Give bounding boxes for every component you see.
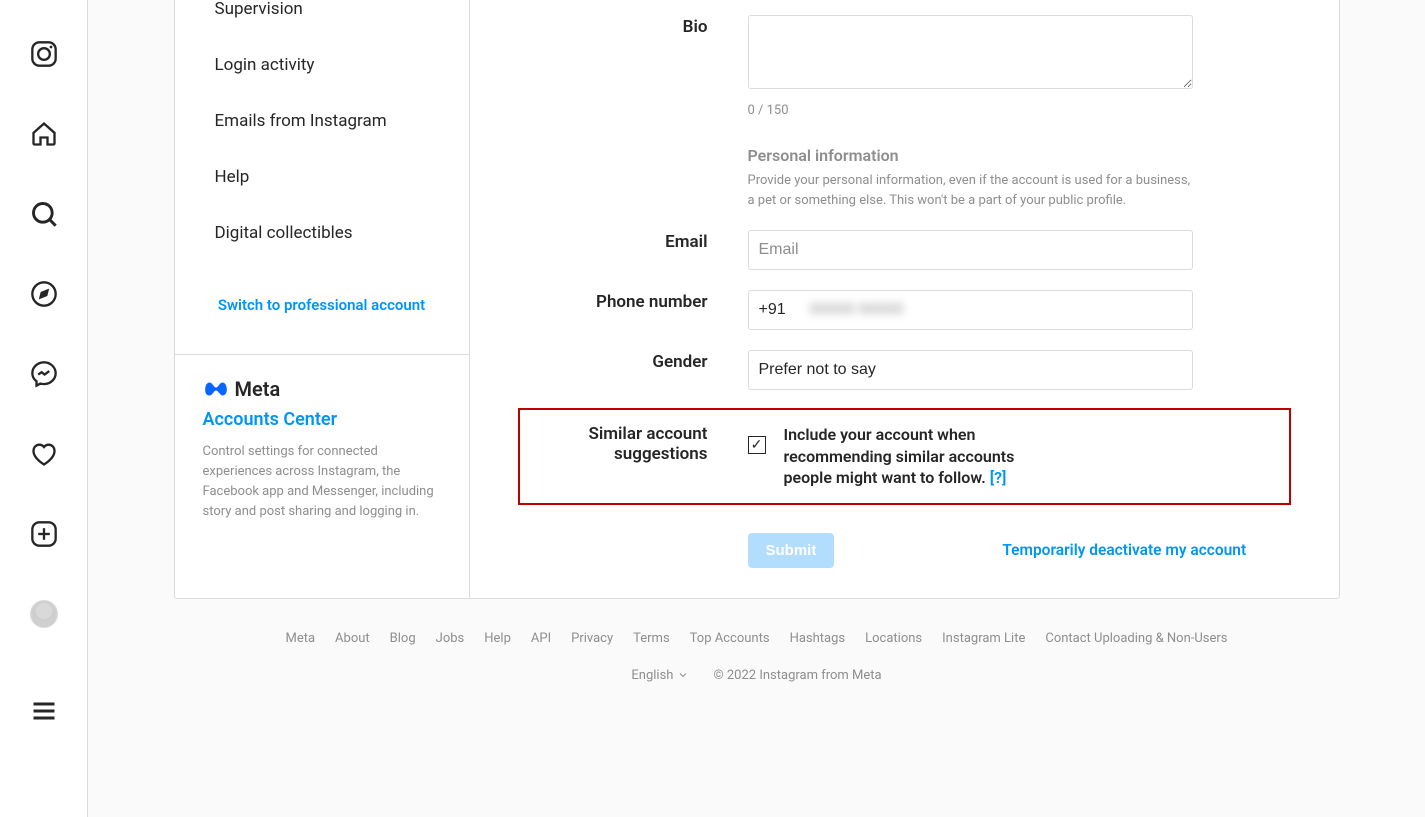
personal-info-note: Provide your personal information, even … [748, 171, 1193, 210]
meta-brand-text: Meta [235, 377, 281, 401]
similar-suggestions-help-link[interactable]: [?] [990, 468, 1007, 487]
settings-panel: Supervision Login activity Emails from I… [174, 0, 1340, 599]
nav-rail [0, 0, 88, 817]
sidebar-item-supervision[interactable]: Supervision [175, 0, 469, 37]
bio-label: Bio [518, 15, 748, 118]
footer-link[interactable]: Instagram Lite [942, 631, 1025, 646]
accounts-center-link[interactable]: Accounts Center [203, 409, 441, 430]
gender-label: Gender [518, 350, 748, 390]
explore-icon[interactable] [30, 280, 58, 312]
submit-button[interactable]: Submit [748, 533, 835, 568]
create-icon[interactable] [30, 520, 58, 552]
deactivate-account-link[interactable]: Temporarily deactivate my account [1002, 541, 1246, 559]
footer-link[interactable]: Blog [390, 631, 416, 646]
settings-sidebar: Supervision Login activity Emails from I… [175, 0, 470, 598]
footer-link[interactable]: Terms [633, 631, 670, 646]
footer-link[interactable]: About [335, 631, 370, 646]
email-input[interactable] [748, 230, 1193, 270]
email-label: Email [518, 230, 748, 270]
personal-info-header: Personal information [748, 146, 1291, 165]
edit-profile-form: app and edit your profile to change the … [470, 0, 1339, 598]
bio-input[interactable] [748, 15, 1193, 89]
messenger-icon[interactable] [30, 360, 58, 392]
profile-avatar-icon[interactable] [30, 600, 58, 628]
phone-label: Phone number [518, 290, 748, 330]
footer-link[interactable]: Locations [865, 631, 922, 646]
bio-counter: 0 / 150 [748, 103, 1193, 118]
footer-link[interactable]: API [531, 631, 551, 646]
sidebar-item-digital-collectibles[interactable]: Digital collectibles [175, 205, 469, 261]
sidebar-item-help[interactable]: Help [175, 149, 469, 205]
home-icon[interactable] [30, 120, 58, 152]
footer-links: Meta About Blog Jobs Help API Privacy Te… [174, 631, 1340, 646]
notifications-icon[interactable] [30, 440, 58, 472]
meta-accounts-center: Meta Accounts Center Control settings fo… [175, 355, 469, 553]
hamburger-menu-icon[interactable] [30, 697, 58, 729]
similar-suggestions-highlight: Similar account suggestions ✓ Include yo… [518, 408, 1291, 505]
page-footer: Meta About Blog Jobs Help API Privacy Te… [174, 599, 1340, 715]
search-icon[interactable] [30, 200, 58, 232]
footer-link[interactable]: Hashtags [790, 631, 846, 646]
instagram-logo-icon[interactable] [30, 40, 58, 72]
footer-link[interactable]: Top Accounts [690, 631, 770, 646]
similar-suggestions-label: Similar account suggestions [520, 424, 748, 489]
chevron-down-icon [677, 669, 689, 681]
language-selector[interactable]: English [631, 668, 689, 683]
footer-link[interactable]: Contact Uploading & Non-Users [1045, 631, 1227, 646]
sidebar-item-emails[interactable]: Emails from Instagram [175, 93, 469, 149]
copyright-text: © 2022 Instagram from Meta [713, 668, 881, 683]
footer-link[interactable]: Help [484, 631, 511, 646]
sidebar-item-login-activity[interactable]: Login activity [175, 37, 469, 93]
similar-suggestions-checkbox[interactable]: ✓ [748, 436, 766, 454]
switch-professional-link[interactable]: Switch to professional account [175, 261, 469, 355]
footer-link[interactable]: Meta [285, 631, 315, 646]
footer-link[interactable]: Jobs [436, 631, 465, 646]
footer-link[interactable]: Privacy [571, 631, 613, 646]
meta-logo-icon [203, 380, 229, 398]
similar-suggestions-text: Include your account when recommending s… [784, 424, 1064, 489]
accounts-center-desc: Control settings for connected experienc… [203, 442, 441, 523]
gender-input[interactable] [748, 350, 1193, 390]
